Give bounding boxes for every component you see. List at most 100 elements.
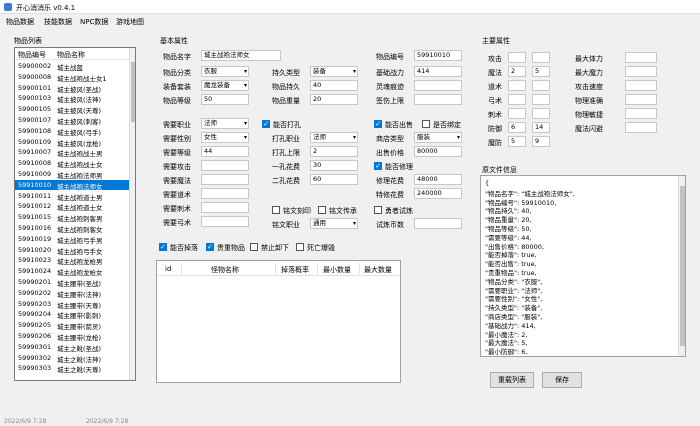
magic-min-field[interactable]: 2	[508, 66, 526, 77]
list-item[interactable]: 59900103 城主披风(法神)	[15, 93, 129, 104]
req-tao-field[interactable]	[201, 188, 249, 199]
stab-max-field[interactable]	[532, 108, 550, 119]
shop-type-select[interactable]: 服装 ▾	[414, 132, 462, 143]
list-item[interactable]: 59900008 城主战袍战士女1	[15, 72, 129, 83]
list-item[interactable]: 59990202 城主腰带(法神)	[15, 288, 129, 299]
def-min-field[interactable]: 6	[508, 122, 526, 133]
list-item[interactable]: 59910020 城主战袍弓手女	[15, 245, 129, 256]
cost2-field[interactable]: 60	[310, 174, 358, 185]
maxmp-field[interactable]	[625, 66, 657, 77]
bow-max-field[interactable]	[532, 94, 550, 105]
def-max-field[interactable]: 14	[532, 122, 550, 133]
req-magic-field[interactable]	[201, 174, 249, 185]
save-button[interactable]: 保存	[542, 372, 582, 388]
drop-col-max[interactable]: 最大数量	[364, 265, 392, 275]
menu-item-skills[interactable]: 技能数据	[44, 17, 72, 27]
drop-col-rate[interactable]: 掉落概率	[281, 265, 309, 275]
item-list[interactable]: 物品编号 物品名称 59900002 城主战盔 59900008 城主战袍战士女1 59…	[14, 47, 136, 381]
special-repair-field[interactable]: 240000	[414, 188, 462, 199]
req-gender-select[interactable]: 女性 ▾	[201, 132, 249, 143]
list-item[interactable]: 59910008 城主战袍战士女	[15, 158, 129, 169]
drop-col-id[interactable]: id	[165, 265, 171, 273]
valuable-checkbox[interactable]: ✓	[206, 243, 214, 251]
attack-min-field[interactable]	[508, 52, 526, 63]
trial-coin-field[interactable]	[414, 218, 462, 229]
name-field[interactable]: 城主战袍法师女	[201, 50, 281, 61]
req-attack-field[interactable]	[201, 160, 249, 171]
drop-table[interactable]: id 怪物名称 掉落概率 最小数量 最大数量	[156, 260, 401, 383]
engrave-checkbox[interactable]	[272, 206, 280, 214]
can-sell-checkbox[interactable]: ✓	[374, 120, 382, 128]
mdef-min-field[interactable]: 5	[508, 136, 526, 147]
list-item[interactable]: 59900108 城主披风(弓手)	[15, 126, 129, 137]
list-item[interactable]: 59910007 城主战袍战士男	[15, 147, 129, 158]
list-item[interactable]: 59990302 城主之靴(法神)	[15, 353, 129, 364]
cost1-field[interactable]: 30	[310, 160, 358, 171]
inscription-job-select[interactable]: 通用 ▾	[310, 218, 358, 229]
level-field[interactable]: 50	[201, 94, 249, 105]
stab-min-field[interactable]	[508, 108, 526, 119]
can-drop-checkbox[interactable]: ✓	[159, 243, 167, 251]
list-item[interactable]: 59910011 城主战袍道士男	[15, 191, 129, 202]
list-item[interactable]: 59910015 城主战袍刺客男	[15, 212, 129, 223]
drop-col-min[interactable]: 最小数量	[323, 265, 351, 275]
power-field[interactable]: 414	[414, 66, 462, 77]
inherit-checkbox[interactable]	[318, 206, 326, 214]
bow-min-field[interactable]	[508, 94, 526, 105]
repair-field[interactable]: 48000	[414, 174, 462, 185]
list-item[interactable]: 59990203 城主腰带(天尊)	[15, 299, 129, 310]
no-unequip-checkbox[interactable]	[250, 243, 258, 251]
trial-checkbox[interactable]	[374, 206, 382, 214]
attack-max-field[interactable]	[532, 52, 550, 63]
can-repair-checkbox[interactable]: ✓	[374, 162, 382, 170]
menu-item-map[interactable]: 游戏地图	[116, 17, 144, 27]
item-list-scrollbar[interactable]	[129, 48, 135, 380]
list-item[interactable]: 59900107 城主披风(刺客)	[15, 115, 129, 126]
durability-type-select[interactable]: 装备 ▾	[310, 66, 358, 77]
list-item[interactable]: 59910019 城主战袍弓手男	[15, 234, 129, 245]
maxhp-field[interactable]	[625, 52, 657, 63]
durability-field[interactable]: 40	[310, 80, 358, 91]
list-item[interactable]: 59990204 城主腰带(影刺)	[15, 309, 129, 320]
price-field[interactable]: 80000	[414, 146, 462, 157]
list-item[interactable]: 59900101 城主披风(圣战)	[15, 83, 129, 94]
atkspd-field[interactable]	[625, 80, 657, 91]
agility-field[interactable]	[625, 108, 657, 119]
id-field[interactable]: 59910010	[414, 50, 462, 61]
list-item[interactable]: 59990205 城主腰带(箭灵)	[15, 320, 129, 331]
tao-min-field[interactable]	[508, 80, 526, 91]
menu-item-npc[interactable]: NPC数据	[80, 17, 108, 27]
list-item[interactable]: 59910012 城主战袍道士女	[15, 201, 129, 212]
list-item[interactable]: 59990206 城主腰带(龙枪)	[15, 331, 129, 342]
list-item[interactable]: 59910024 城主战袍龙枪女	[15, 266, 129, 277]
magic-max-field[interactable]: 5	[532, 66, 550, 77]
mdef-max-field[interactable]: 9	[532, 136, 550, 147]
list-item[interactable]: 59900105 城主披风(天尊)	[15, 104, 129, 115]
req-assassin-field[interactable]	[201, 202, 249, 213]
source-text-area[interactable]: { "物品名字": "城主战袍法师女", "物品编号": 59910010, "…	[480, 175, 686, 357]
scroll-thumb[interactable]	[680, 186, 685, 346]
list-item[interactable]: 59990301 城主之靴(圣战)	[15, 342, 129, 353]
list-item[interactable]: 59910023 城主战袍龙枪男	[15, 255, 129, 266]
death-drop-checkbox[interactable]	[296, 243, 304, 251]
weight-field[interactable]: 20	[310, 94, 358, 105]
set-select[interactable]: 魔龙装备 ▾	[201, 80, 249, 91]
req-level-field[interactable]: 44	[201, 146, 249, 157]
list-item[interactable]: 59990201 城主腰带(圣战)	[15, 277, 129, 288]
soul-field[interactable]	[414, 80, 462, 91]
list-item[interactable]: 59910009 城主战袍法师男	[15, 169, 129, 180]
list-item[interactable]: 59910010 城主战袍法师女	[15, 179, 129, 191]
punch-limit-field[interactable]: 2	[310, 146, 358, 157]
tao-max-field[interactable]	[532, 80, 550, 91]
list-item[interactable]: 59900109 城主披风(龙枪)	[15, 137, 129, 148]
bound-checkbox[interactable]	[422, 120, 430, 128]
class-select[interactable]: 衣服 ▾	[201, 66, 249, 77]
reload-list-button[interactable]: 重载列表	[490, 372, 534, 388]
scroll-thumb[interactable]	[131, 62, 135, 122]
req-archer-field[interactable]	[201, 216, 249, 227]
accuracy-field[interactable]	[625, 94, 657, 105]
req-job-select[interactable]: 法师 ▾	[201, 118, 249, 129]
list-item[interactable]: 59990303 城主之靴(天尊)	[15, 363, 129, 374]
magic-evade-field[interactable]	[625, 122, 657, 133]
source-scrollbar[interactable]	[678, 176, 685, 356]
